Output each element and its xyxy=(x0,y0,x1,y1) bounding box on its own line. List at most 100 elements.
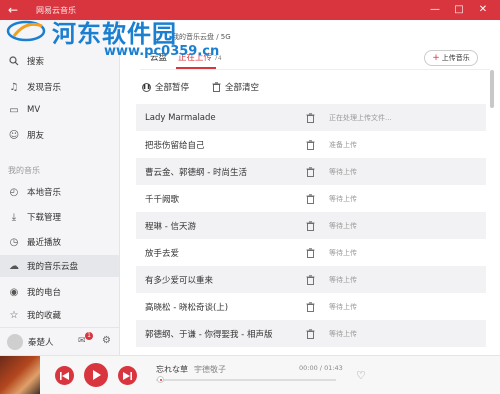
time-total: 01:43 xyxy=(324,364,343,372)
list-item[interactable]: Lady Marmalade 正在处理上传文件... xyxy=(136,104,486,131)
list-item[interactable]: 放手去爱 等待上传 xyxy=(136,239,486,266)
pause-all-label: 全部暂停 xyxy=(155,83,190,93)
download-icon: ⤓ xyxy=(11,211,17,223)
sidebar-item-mv[interactable]: ▭ MV xyxy=(0,99,119,121)
now-playing: 忘れな草 宇德敬子 xyxy=(156,364,226,375)
main-panel: 我的音乐云盘 / 5G 云盘 正在上传 74 + 上传音乐 ❚❚ 全部暂停 全部清… xyxy=(120,20,500,355)
upload-music-button[interactable]: + 上传音乐 xyxy=(424,50,478,66)
list-item[interactable]: 曹云金、郭德纲 - 时尚生活 等待上传 xyxy=(136,158,486,185)
player-bar: 忘れな草 宇德敬子 00:00 / 01:43 ♡ xyxy=(0,355,500,394)
list-item[interactable]: 千千阙歌 等待上传 xyxy=(136,185,486,212)
gear-icon[interactable]: ⚙ xyxy=(102,335,111,346)
play-icon xyxy=(92,370,101,380)
list-item[interactable]: 郭德纲、于谦 - 你得娶我 - 相声版 等待上传 xyxy=(136,320,486,347)
next-button[interactable] xyxy=(118,366,137,385)
mail-badge: 1 xyxy=(85,332,93,340)
delete-icon[interactable] xyxy=(306,274,315,285)
previous-icon xyxy=(60,371,69,380)
upload-status: 等待上传 xyxy=(329,275,357,284)
song-name: 郭德纲、于谦 - 你得娶我 - 相声版 xyxy=(145,329,273,340)
delete-icon[interactable] xyxy=(306,193,315,204)
minimize-button[interactable]: — xyxy=(428,3,442,17)
close-button[interactable]: ✕ xyxy=(476,3,490,17)
user-name[interactable]: 秦楚人 xyxy=(28,336,54,348)
song-name: 放手去爱 xyxy=(145,248,180,259)
pause-all-button[interactable]: ❚❚ 全部暂停 xyxy=(142,81,189,93)
breadcrumb: 我的音乐云盘 / 5G xyxy=(172,33,231,41)
sidebar-item-recent[interactable]: ◷ 最近播放 xyxy=(0,231,119,253)
song-name: 有多少爱可以重来 xyxy=(145,275,214,286)
list-item[interactable]: 把悲伤留给自己 准备上传 xyxy=(136,131,486,158)
upload-status: 正在处理上传文件... xyxy=(329,113,392,122)
song-name: 程琳 - 信天游 xyxy=(145,221,196,232)
radio-icon: ◉ xyxy=(9,286,19,298)
song-name: 高晓松 - 晓松奇谈(上) xyxy=(145,302,229,313)
upload-status: 等待上传 xyxy=(329,302,357,311)
previous-button[interactable] xyxy=(55,366,74,385)
heart-icon[interactable]: ♡ xyxy=(356,369,366,382)
song-title: 忘れな草 xyxy=(156,365,188,374)
sidebar-item-radio[interactable]: ◉ 我的电台 xyxy=(0,281,119,303)
search-icon xyxy=(8,55,20,67)
sidebar-item-label: 下载管理 xyxy=(27,213,62,223)
list-item[interactable]: 高晓松 - 晓松奇谈(上) 等待上传 xyxy=(136,293,486,320)
maximize-button[interactable]: □ xyxy=(452,3,466,17)
upload-music-label: 上传音乐 xyxy=(441,54,470,62)
list-item[interactable]: 有多少爱可以重来 等待上传 xyxy=(136,266,486,293)
sidebar-item-discover[interactable]: ♫ 发现音乐 xyxy=(0,76,119,98)
album-cover[interactable] xyxy=(0,356,40,394)
local-music-icon: ◴ xyxy=(9,186,19,198)
upload-status: 等待上传 xyxy=(329,248,357,257)
video-icon: ▭ xyxy=(9,104,19,116)
upload-status: 等待上传 xyxy=(329,167,357,176)
trash-icon xyxy=(212,82,221,92)
sidebar-item-cloud[interactable]: ☁ 我的音乐云盘 xyxy=(0,255,119,277)
cloud-icon: ☁ xyxy=(9,260,19,272)
song-name: 把悲伤留给自己 xyxy=(145,140,205,151)
clear-all-label: 全部清空 xyxy=(225,83,260,93)
delete-icon[interactable] xyxy=(306,166,315,177)
sidebar-item-label: 我的收藏 xyxy=(27,311,62,321)
music-note-icon: ♫ xyxy=(9,81,19,93)
play-button[interactable] xyxy=(84,363,108,387)
song-artist: 宇德敬子 xyxy=(194,365,226,374)
sidebar-item-collection[interactable]: ☆ 我的收藏 xyxy=(0,304,119,326)
list-item[interactable]: 程琳 - 信天游 等待上传 xyxy=(136,212,486,239)
next-icon xyxy=(123,371,132,380)
sidebar-item-local-music[interactable]: ◴ 本地音乐 xyxy=(0,181,119,203)
collection-icon: ☆ xyxy=(9,309,19,321)
recent-icon: ◷ xyxy=(9,236,19,248)
delete-icon[interactable] xyxy=(306,139,315,150)
avatar[interactable] xyxy=(7,333,23,350)
song-name: 千千阙歌 xyxy=(145,194,180,205)
sidebar-item-label: 我的音乐云盘 xyxy=(27,262,79,272)
song-name: 曹云金、郭德纲 - 时尚生活 xyxy=(145,167,247,178)
delete-icon[interactable] xyxy=(306,220,315,231)
plus-icon: + xyxy=(432,53,440,63)
sidebar-item-friends[interactable]: ☺ 朋友 xyxy=(0,124,119,146)
time-display: 00:00 / 01:43 xyxy=(299,364,343,372)
song-name: Lady Marmalade xyxy=(145,112,216,123)
sidebar-section-title: 我的音乐 xyxy=(8,166,40,175)
delete-icon[interactable] xyxy=(306,247,315,258)
progress-bar[interactable] xyxy=(156,379,336,381)
sidebar-item-label: 朋友 xyxy=(27,131,45,141)
sidebar-item-downloads[interactable]: ⤓ 下载管理 xyxy=(0,206,119,228)
delete-icon[interactable] xyxy=(306,301,315,312)
sidebar-search[interactable]: 搜索 xyxy=(0,50,119,72)
user-panel: 秦楚人 ✉ 1 ⚙ xyxy=(0,327,119,355)
sidebar: 搜索 ♫ 发现音乐 ▭ MV ☺ 朋友 我的音乐 ◴ 本地音乐 ⤓ 下载管理 ◷… xyxy=(0,20,120,355)
sidebar-item-label: 我的电台 xyxy=(27,288,62,298)
scrollbar[interactable] xyxy=(487,70,495,352)
sidebar-item-label: 发现音乐 xyxy=(27,83,62,93)
tabs-divider xyxy=(140,69,490,70)
sidebar-item-label: 本地音乐 xyxy=(27,188,62,198)
back-arrow-icon[interactable]: ← xyxy=(8,3,18,17)
delete-icon[interactable] xyxy=(306,112,315,123)
scrollbar-thumb[interactable] xyxy=(490,70,494,108)
sidebar-item-label: 最近播放 xyxy=(27,238,62,248)
progress-handle[interactable] xyxy=(157,376,164,383)
upload-status: 等待上传 xyxy=(329,329,357,338)
delete-icon[interactable] xyxy=(306,328,315,339)
clear-all-button[interactable]: 全部清空 xyxy=(212,81,259,93)
